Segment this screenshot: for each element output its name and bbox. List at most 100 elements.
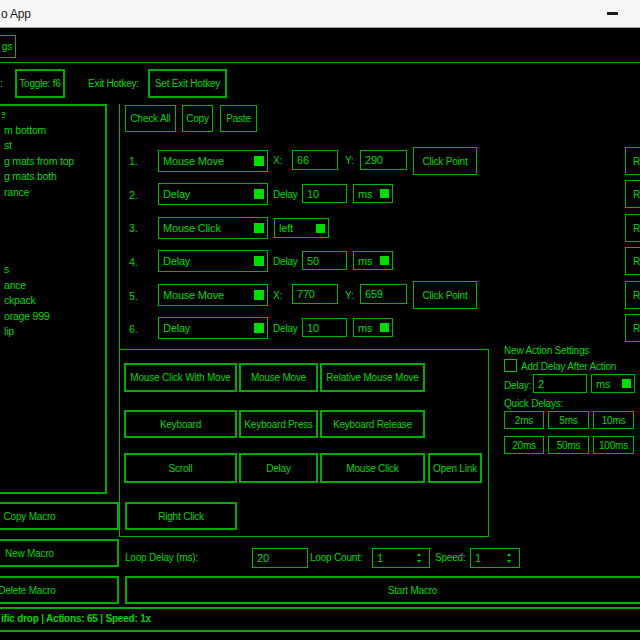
dropdown-arrow-icon <box>254 323 264 333</box>
quick-delay-2ms-button[interactable]: 2ms <box>504 411 544 429</box>
list-item[interactable]: s <box>2 262 107 278</box>
unit-dropdown[interactable]: ms <box>353 318 393 337</box>
mouse-move-button[interactable]: Mouse Move <box>239 363 318 392</box>
action-type-dropdown[interactable]: Mouse Move <box>158 150 268 172</box>
x-value: 770 <box>297 288 315 300</box>
keyboard-release-button[interactable]: Keyboard Release <box>320 410 425 438</box>
remove-action-button[interactable]: R <box>625 180 640 208</box>
y-input[interactable]: 290 <box>360 150 407 170</box>
list-item[interactable]: e <box>2 107 107 123</box>
unit-value: ms <box>358 322 372 334</box>
action-type-value: Mouse Click <box>163 222 221 234</box>
list-item[interactable]: m bottom <box>2 123 107 139</box>
status-text: ific drop | Actions: 65 | Speed: 1x <box>1 613 151 624</box>
new-macro-button[interactable]: New Macro <box>0 539 119 567</box>
nas-unit-dropdown[interactable]: ms <box>591 374 635 393</box>
minimize-icon[interactable] <box>607 12 618 15</box>
delay-input[interactable]: 10 <box>302 318 347 337</box>
delay-button[interactable]: Delay <box>239 453 318 483</box>
list-item[interactable] <box>2 247 107 263</box>
keyboard-press-button[interactable]: Keyboard Press <box>239 410 318 438</box>
remove-action-button[interactable]: R <box>625 281 640 309</box>
check-all-button[interactable]: Check All <box>125 105 176 132</box>
speed-spinner[interactable]: 1 <box>470 548 520 568</box>
list-item[interactable]: st <box>2 138 107 154</box>
spinner-arrows-icon[interactable] <box>417 553 421 563</box>
dropdown-arrow-icon <box>380 189 389 198</box>
keyboard-button[interactable]: Keyboard <box>124 410 237 438</box>
remove-action-button[interactable]: R <box>625 147 640 175</box>
delete-macro-button[interactable]: Delete Macro <box>0 576 119 604</box>
paste-button[interactable]: Paste <box>220 105 257 132</box>
nas-delay-input[interactable]: 2 <box>533 374 587 393</box>
action-type-dropdown[interactable]: Mouse Click <box>158 217 268 239</box>
unit-dropdown[interactable]: ms <box>353 184 393 203</box>
mouse-click-button[interactable]: Mouse Click <box>320 453 425 483</box>
delay-value: 10 <box>307 188 319 200</box>
quick-delay-5ms-button[interactable]: 5ms <box>548 411 589 429</box>
delay-value: 10 <box>307 322 319 334</box>
quick-delay-20ms-button[interactable]: 20ms <box>504 436 544 454</box>
macro-list[interactable]: e m bottom st g mats from top g mats bot… <box>0 104 107 494</box>
mouse-click-with-move-button[interactable]: Mouse Click With Move <box>124 363 237 392</box>
y-input[interactable]: 659 <box>360 284 407 304</box>
set-exit-hotkey-button[interactable]: Set Exit Hotkey <box>148 69 227 98</box>
add-delay-checkbox[interactable] <box>504 359 517 372</box>
x-input[interactable]: 770 <box>292 284 338 304</box>
remove-action-button[interactable]: R <box>625 314 640 342</box>
scroll-button[interactable]: Scroll <box>124 453 237 483</box>
action-row-number: 2. <box>129 189 137 201</box>
copy-macro-button[interactable]: Copy Macro <box>0 502 119 530</box>
add-delay-label: Add Delay After Action <box>521 361 616 372</box>
action-type-value: Delay <box>163 322 190 334</box>
spinner-arrows-icon[interactable] <box>507 553 511 563</box>
list-item[interactable]: orage 999 <box>2 309 107 325</box>
quick-delay-100ms-button[interactable]: 100ms <box>593 436 634 454</box>
loop-delay-label: Loop Delay (ms): <box>125 552 198 563</box>
remove-label: R <box>633 323 640 334</box>
toggle-hotkey-label: : <box>0 78 3 89</box>
action-type-dropdown[interactable]: Delay <box>158 250 268 272</box>
x-input[interactable]: 66 <box>292 150 338 170</box>
nas-delay-label: Delay: <box>504 380 531 391</box>
remove-action-button[interactable]: R <box>625 214 640 242</box>
x-label: X: <box>273 155 282 166</box>
list-item[interactable] <box>2 200 107 216</box>
delay-input[interactable]: 10 <box>302 184 347 203</box>
right-click-button[interactable]: Right Click <box>125 502 237 530</box>
loop-delay-input[interactable]: 20 <box>252 548 308 568</box>
action-type-dropdown[interactable]: Delay <box>158 317 268 339</box>
list-item[interactable]: rance <box>2 185 107 201</box>
start-macro-button[interactable]: Start Macro <box>125 576 640 604</box>
unit-dropdown[interactable]: ms <box>353 251 393 270</box>
remove-label: R <box>633 223 640 234</box>
quick-delay-10ms-button[interactable]: 10ms <box>593 411 634 429</box>
list-item[interactable]: g mats from top <box>2 154 107 170</box>
copy-button[interactable]: Copy <box>182 105 213 132</box>
macro-app-window: o App gs : Toggle: f6 Exit Hotkey: Set E… <box>0 0 640 640</box>
list-item[interactable]: ance <box>2 278 107 294</box>
remove-action-button[interactable]: R <box>625 247 640 275</box>
list-item[interactable] <box>2 231 107 247</box>
tab-settings[interactable]: gs <box>0 35 16 58</box>
list-item[interactable]: lip <box>2 324 107 340</box>
list-item[interactable] <box>2 216 107 232</box>
relative-mouse-move-button[interactable]: Relative Mouse Move <box>320 363 425 392</box>
x-value: 66 <box>297 154 309 166</box>
click-point-button[interactable]: Click Point <box>413 281 477 309</box>
delay-input[interactable]: 50 <box>302 251 347 270</box>
mouse-button-dropdown[interactable]: left <box>274 218 329 238</box>
dropdown-arrow-icon <box>622 379 631 388</box>
list-item[interactable]: g mats both <box>2 169 107 185</box>
action-type-dropdown[interactable]: Delay <box>158 183 268 205</box>
open-link-button[interactable]: Open Link <box>428 453 482 483</box>
toggle-hotkey-button[interactable]: Toggle: f6 <box>15 69 65 98</box>
list-item[interactable]: ckpack <box>2 293 107 309</box>
dropdown-arrow-icon <box>254 189 264 199</box>
quick-delays-label: Quick Delays: <box>504 398 563 409</box>
loop-count-spinner[interactable]: 1 <box>372 548 430 568</box>
click-point-button[interactable]: Click Point <box>413 147 477 175</box>
action-type-dropdown[interactable]: Mouse Move <box>158 284 268 306</box>
dropdown-arrow-icon <box>380 256 389 265</box>
quick-delay-50ms-button[interactable]: 50ms <box>548 436 589 454</box>
